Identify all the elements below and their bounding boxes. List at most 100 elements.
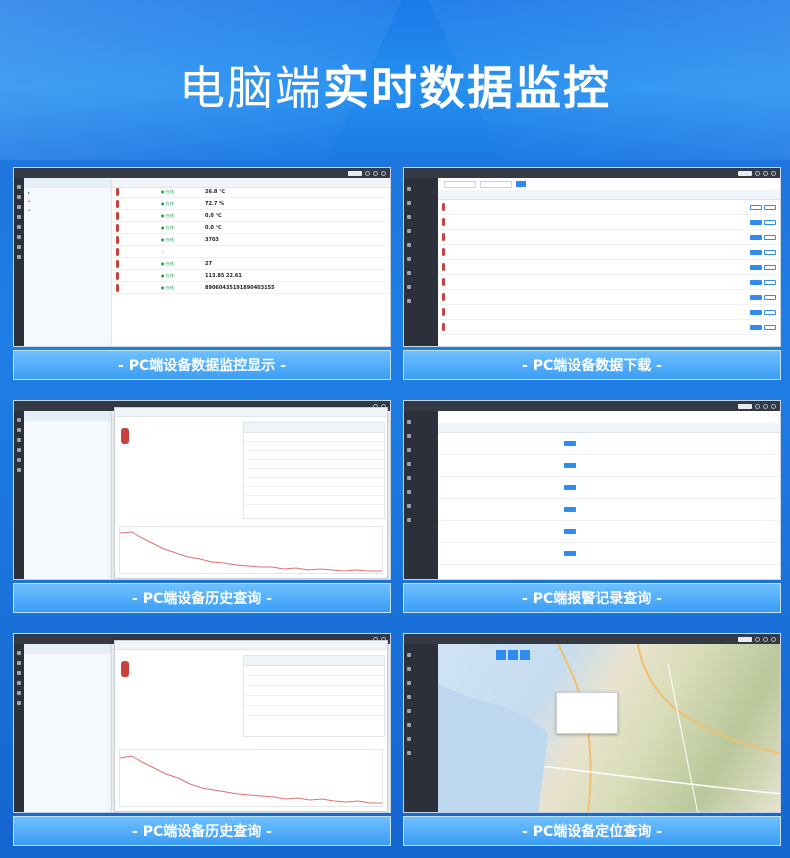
device-list-pane: ▸ • • xyxy=(24,178,112,346)
table-row[interactable] xyxy=(438,543,780,565)
app-topbar xyxy=(14,168,390,178)
app-sidebar xyxy=(404,411,438,579)
table-row[interactable] xyxy=(438,499,780,521)
history-stats-modal xyxy=(114,640,388,812)
thermometer-icon xyxy=(442,233,445,241)
table-row[interactable] xyxy=(438,477,780,499)
alarm-main xyxy=(438,411,780,579)
history-screenshot xyxy=(13,400,391,580)
table-row[interactable]: ● 在线 113.85 22.61 xyxy=(112,270,390,282)
table-row[interactable] xyxy=(438,215,780,230)
thermometer-icon xyxy=(442,203,445,211)
history-table xyxy=(243,422,385,519)
table-row[interactable] xyxy=(438,433,780,455)
panel-caption: - PC端设备数据下载 - xyxy=(403,350,781,380)
history-chart xyxy=(119,526,383,574)
history-chart xyxy=(119,749,383,807)
history-modal xyxy=(114,407,388,579)
app-sidebar xyxy=(14,178,24,346)
map-toolbar xyxy=(496,650,530,660)
reading-value: 113.85 22.61 xyxy=(205,272,242,279)
thermometer-icon xyxy=(116,283,119,292)
thermometer-icon xyxy=(116,187,119,196)
table-row[interactable]: ● 在线 72.7 % xyxy=(112,198,390,210)
table-row[interactable]: ● 在线 89060435191890403155 xyxy=(112,282,390,294)
thermometer-icon xyxy=(442,278,445,286)
panel-caption: - PC端设备数据监控显示 - xyxy=(13,350,391,380)
reading-unit: % xyxy=(219,200,225,207)
alarm-screenshot xyxy=(403,400,781,580)
thermometer-icon xyxy=(116,247,119,256)
table-row[interactable] xyxy=(438,290,780,305)
hero-title-bold: 实时数据监控 xyxy=(323,61,611,115)
stats-table xyxy=(243,655,385,737)
reading-value: 0.0 xyxy=(205,212,214,219)
panel-caption: - PC端设备历史查询 - xyxy=(13,583,391,613)
hero-banner: 电脑端实时数据监控 xyxy=(0,0,790,160)
app-topbar xyxy=(404,401,780,411)
reading-value: 26.8 xyxy=(205,188,218,195)
history-stats-screenshot xyxy=(13,633,391,813)
monitor-rows: ● 在线 26.8 ℃ ● 在线 72.7 % ● 在线 0.0 ℃ ● 在线 0.0 … xyxy=(112,186,390,346)
reading-value: 3703 xyxy=(205,236,219,243)
search-button[interactable] xyxy=(516,181,526,187)
thermometer-icon xyxy=(442,293,445,301)
table-row[interactable] xyxy=(438,320,780,335)
app-sidebar xyxy=(14,644,24,812)
table-row[interactable]: ● 在线 27 xyxy=(112,258,390,270)
location-popup xyxy=(556,692,618,734)
device-list-pane xyxy=(24,644,112,812)
panel-caption: - PC端设备历史查询 - xyxy=(13,816,391,846)
table-row[interactable] xyxy=(438,455,780,477)
table-row[interactable]: ● 在线 26.8 ℃ xyxy=(112,186,390,198)
reading-unit: ℃ xyxy=(215,212,222,219)
download-main xyxy=(438,178,780,346)
location-screenshot xyxy=(403,633,781,813)
thermometer-icon xyxy=(442,323,445,331)
app-topbar xyxy=(404,634,780,644)
reading-unit: ℃ xyxy=(219,188,226,195)
reading-value: 0.0 xyxy=(205,224,214,231)
thermometer-icon xyxy=(116,199,119,208)
monitor-screenshot: ▸ • • ● 在线 26.8 ℃ ● 在线 72.7 % ● 在线 0.0 ℃ ● … xyxy=(13,167,391,347)
thermometer-icon xyxy=(121,661,129,677)
table-row[interactable] xyxy=(438,521,780,543)
download-screenshot xyxy=(403,167,781,347)
history-chart-line xyxy=(119,755,382,804)
table-row[interactable]: ○ xyxy=(112,246,390,258)
reading-value: 89060435191890403155 xyxy=(205,284,275,291)
search-icon[interactable] xyxy=(496,650,506,660)
table-row[interactable]: ● 在线 3703 xyxy=(112,234,390,246)
table-row[interactable] xyxy=(438,305,780,320)
hero-title-light: 电脑端 xyxy=(179,61,323,115)
thermometer-icon xyxy=(442,248,445,256)
table-row[interactable]: ● 在线 0.0 ℃ xyxy=(112,210,390,222)
thermometer-icon xyxy=(442,308,445,316)
thermometer-icon xyxy=(116,223,119,232)
history-chart-line xyxy=(119,531,382,572)
thermometer-icon xyxy=(116,259,119,268)
table-row[interactable] xyxy=(438,200,780,215)
table-row[interactable]: ● 在线 0.0 ℃ xyxy=(112,222,390,234)
table-row[interactable] xyxy=(438,260,780,275)
thermometer-icon xyxy=(442,218,445,226)
reading-value: 72.7 xyxy=(205,200,218,207)
app-sidebar xyxy=(404,178,438,346)
zoom-icon[interactable] xyxy=(508,650,518,660)
panel-caption: - PC端报警记录查询 - xyxy=(403,583,781,613)
thermometer-icon xyxy=(116,235,119,244)
app-topbar xyxy=(404,168,780,178)
app-sidebar xyxy=(404,644,438,812)
hero-title: 电脑端实时数据监控 xyxy=(0,52,790,118)
thermometer-icon xyxy=(121,428,129,444)
reading-unit: ℃ xyxy=(215,224,222,231)
location-map[interactable] xyxy=(438,644,780,812)
thermometer-icon xyxy=(442,263,445,271)
monitor-main: ● 在线 26.8 ℃ ● 在线 72.7 % ● 在线 0.0 ℃ ● 在线 0.0 … xyxy=(112,178,390,346)
thermometer-icon xyxy=(116,211,119,220)
table-row[interactable] xyxy=(438,230,780,245)
table-row[interactable] xyxy=(438,245,780,260)
layers-icon[interactable] xyxy=(520,650,530,660)
device-list-pane xyxy=(24,411,112,579)
table-row[interactable] xyxy=(438,275,780,290)
